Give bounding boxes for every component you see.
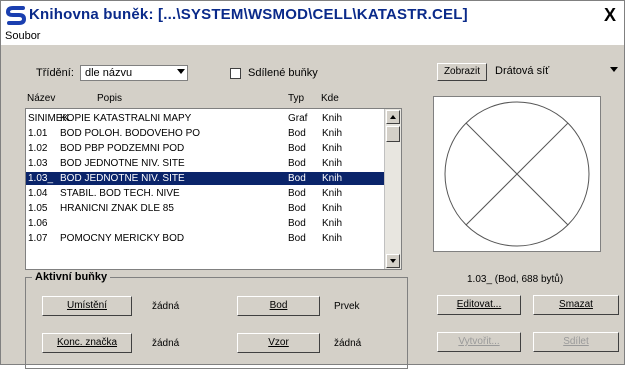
- list-cell-type: Graf: [288, 113, 308, 124]
- create-button[interactable]: Vytvořit...: [437, 332, 521, 352]
- display-mode-dropdown[interactable]: Drátová síť: [491, 64, 622, 80]
- list-cell-name: 1.05: [28, 203, 48, 214]
- delete-button[interactable]: Smazat: [533, 295, 619, 315]
- list-cell-type: Bod: [288, 158, 306, 169]
- scroll-thumb[interactable]: [386, 126, 400, 142]
- menu-bar: Soubor: [1, 29, 624, 45]
- list-cell-where: Knih: [322, 173, 343, 184]
- column-header-name[interactable]: Název: [27, 93, 55, 104]
- cell-preview-graphic: [444, 101, 590, 247]
- list-item[interactable]: 1.03_ BOD JEDNOTNE NIV. SITE Bod Knih: [26, 172, 384, 185]
- list-cell-name: 1.03_: [28, 173, 54, 184]
- list-cell-where: Knih: [322, 113, 343, 124]
- list-item[interactable]: 1.04 STABIL. BOD TECH. NIVE Bod Knih: [26, 187, 384, 200]
- list-cell-desc: BOD JEDNOTNE NIV. SITE: [60, 158, 185, 169]
- cell-library-window: Knihovna buněk: [...\SYSTEM\WSMOD\CELL\K…: [0, 0, 625, 369]
- list-item[interactable]: 1.02 BOD PBP PODZEMNI POD Bod Knih: [26, 142, 384, 155]
- list-cell-type: Bod: [288, 128, 306, 139]
- terminator-button-label: Konc. značka: [56, 337, 118, 348]
- list-cell-where: Knih: [322, 188, 343, 199]
- terminator-value: žádná: [152, 338, 180, 349]
- arrow-down-icon: [390, 259, 396, 263]
- list-scrollbar[interactable]: [384, 109, 401, 269]
- list-cell-where: Knih: [322, 203, 343, 214]
- scroll-up-button[interactable]: [386, 110, 400, 124]
- list-cell-desc: POMOCNY MERICKY BOD: [60, 233, 185, 244]
- shared-cells-label: Sdílené buňky: [248, 67, 318, 79]
- list-cell-name: 1.03: [28, 158, 48, 169]
- list-cell-where: Knih: [322, 143, 343, 154]
- list-cell-where: Knih: [322, 158, 343, 169]
- terminator-button[interactable]: Konc. značka: [42, 333, 132, 353]
- list-item[interactable]: 1.03 BOD JEDNOTNE NIV. SITE Bod Knih: [26, 157, 384, 170]
- list-cell-name: 1.06: [28, 218, 48, 229]
- list-cell-name: 1.02: [28, 143, 48, 154]
- placement-value: žádná: [152, 301, 180, 312]
- pattern-value: žádná: [334, 338, 362, 349]
- list-cell-type: Bod: [288, 173, 306, 184]
- preview-caption: 1.03_ (Bod, 688 bytů): [467, 274, 564, 285]
- list-cell-type: Bod: [288, 188, 306, 199]
- list-item[interactable]: 1.01 BOD POLOH. BODOVEHO PO Bod Knih: [26, 127, 384, 140]
- list-cell-desc: BOD PBP PODZEMNI POD: [60, 143, 185, 154]
- point-button[interactable]: Bod: [237, 296, 320, 316]
- active-cells-group: Aktivní buňky Umístění žádná Bod Prvek K…: [25, 271, 408, 369]
- create-button-label: Vytvořit...: [458, 336, 500, 347]
- column-header-where[interactable]: Kde: [321, 93, 339, 104]
- list-item[interactable]: 1.06 Bod Knih: [26, 217, 384, 230]
- close-button[interactable]: X: [600, 5, 620, 25]
- list-cell-desc: HRANICNI ZNAK DLE 85: [60, 203, 174, 214]
- share-button[interactable]: Sdílet: [533, 332, 619, 352]
- list-item[interactable]: SINIMEK KOPIE KATASTRALNI MAPY Graf Knih: [26, 112, 384, 125]
- list-item[interactable]: 1.05 HRANICNI ZNAK DLE 85 Bod Knih: [26, 202, 384, 215]
- sort-value: dle názvu: [85, 67, 133, 79]
- edit-button[interactable]: Editovat...: [437, 295, 521, 315]
- list-cell-desc: BOD POLOH. BODOVEHO PO: [60, 128, 201, 139]
- menu-soubor[interactable]: Soubor: [5, 30, 40, 42]
- list-cell-desc: KOPIE KATASTRALNI MAPY: [60, 113, 192, 124]
- list-cell-name: 1.07: [28, 233, 48, 244]
- arrow-up-icon: [390, 115, 396, 119]
- list-item[interactable]: 1.07 POMOCNY MERICKY BOD Bod Knih: [26, 232, 384, 245]
- column-header-desc[interactable]: Popis: [97, 93, 122, 104]
- window-title: Knihovna buněk: [...\SYSTEM\WSMOD\CELL\K…: [29, 6, 468, 23]
- show-button[interactable]: Zobrazit: [437, 63, 487, 81]
- list-cell-where: Knih: [322, 128, 343, 139]
- list-cell-type: Bod: [288, 203, 306, 214]
- placement-button[interactable]: Umístění: [42, 296, 132, 316]
- list-cell-desc: STABIL. BOD TECH. NIVE: [60, 188, 180, 199]
- pattern-button[interactable]: Vzor: [237, 333, 320, 353]
- sort-dropdown[interactable]: dle názvu: [80, 65, 188, 81]
- active-cells-title: Aktivní buňky: [32, 271, 111, 283]
- chevron-down-icon: [177, 69, 185, 74]
- dialog-body: Třídění: dle názvu Sdílené buňky Zobrazi…: [3, 45, 622, 369]
- share-button-label: Sdílet: [563, 336, 589, 347]
- edit-button-label: Editovat...: [456, 299, 502, 310]
- list-cell-name: 1.01: [28, 128, 48, 139]
- scroll-down-button[interactable]: [386, 254, 400, 268]
- column-header-type[interactable]: Typ: [288, 93, 304, 104]
- sort-label: Třídění:: [36, 67, 74, 79]
- placement-button-label: Umístění: [66, 300, 107, 311]
- point-value: Prvek: [334, 301, 360, 312]
- cell-list[interactable]: SINIMEK KOPIE KATASTRALNI MAPY Graf Knih 1.0…: [25, 108, 402, 270]
- chevron-down-icon: [610, 67, 618, 72]
- list-cell-type: Bod: [288, 143, 306, 154]
- point-button-label: Bod: [269, 300, 288, 311]
- cell-preview: [433, 96, 601, 252]
- pattern-button-label: Vzor: [268, 337, 289, 348]
- display-mode-value: Drátová síť: [495, 65, 550, 77]
- list-cell-where: Knih: [322, 233, 343, 244]
- delete-button-label: Smazat: [559, 299, 593, 310]
- list-cell-desc: BOD JEDNOTNE NIV. SITE: [60, 173, 185, 184]
- list-cell-type: Bod: [288, 233, 306, 244]
- title-bar[interactable]: Knihovna buněk: [...\SYSTEM\WSMOD\CELL\K…: [1, 1, 624, 29]
- microstation-icon: [5, 6, 27, 25]
- shared-cells-checkbox[interactable]: [230, 68, 241, 79]
- list-cell-name: 1.04: [28, 188, 48, 199]
- list-cell-type: Bod: [288, 218, 306, 229]
- list-cell-where: Knih: [322, 218, 343, 229]
